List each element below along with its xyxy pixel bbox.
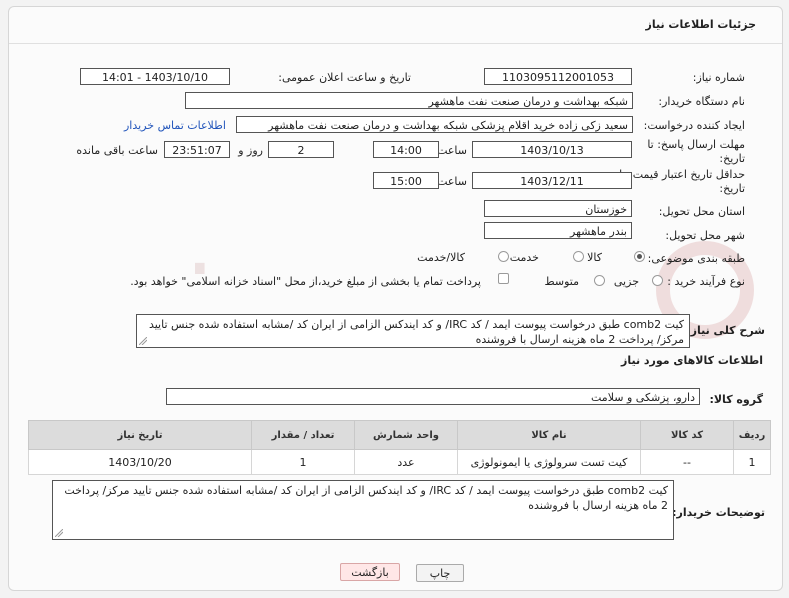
col-date: تاریخ نیاز [28, 420, 252, 450]
validity-label-2: تاریخ: [719, 182, 745, 195]
city-label: شهر محل تحویل: [665, 229, 745, 242]
cell-qty: 1 [251, 449, 355, 475]
validity-date-field: 1403/12/11 [472, 172, 632, 189]
process-label: نوع فرآیند خرید : [667, 275, 745, 288]
deadline-time-label: ساعت [437, 144, 467, 157]
description-label: شرح کلی نیاز: [686, 324, 765, 337]
col-row: ردیف [733, 420, 771, 450]
print-button[interactable]: چاپ [416, 564, 464, 582]
panel-header: جزئیات اطلاعات نیاز [9, 7, 782, 44]
process-radio-medium[interactable] [594, 275, 605, 286]
description-textarea: کیت comb2 طبق درخواست پیوست ایمد / کد IR… [136, 314, 690, 348]
need-number-field: 1103095112001053 [484, 68, 632, 85]
table-header-row: ردیف کد کالا نام کالا واحد شمارش تعداد /… [28, 420, 771, 450]
col-name: نام کالا [457, 420, 641, 450]
deadline-label-2: تاریخ: [719, 152, 745, 165]
validity-time-label: ساعت [437, 175, 467, 188]
buyer-notes-text: کیت comb2 طبق درخواست پیوست ایمد / کد IR… [64, 484, 668, 512]
announce-field: 1403/10/10 - 14:01 [80, 68, 230, 85]
process-option-medium: متوسط [544, 275, 579, 288]
category-radio-service[interactable] [573, 251, 584, 262]
province-label: استان محل تحویل: [658, 205, 745, 218]
cell-code: -- [640, 449, 734, 475]
category-radio-goods[interactable] [634, 251, 645, 262]
col-qty: تعداد / مقدار [251, 420, 355, 450]
goods-group-label: گروه کالا: [709, 393, 763, 406]
resize-grip-icon[interactable] [139, 337, 147, 345]
category-option-both: کالا/خدمت [417, 251, 465, 264]
creator-field: سعید زکی زاده خرید اقلام پزشکی شبکه بهدا… [236, 116, 633, 133]
resize-grip-icon[interactable] [55, 529, 63, 537]
treasury-note: پرداخت تمام یا بخشی از مبلغ خرید،از محل … [130, 275, 481, 288]
buyer-org-field: شبکه بهداشت و درمان صنعت نفت ماهشهر [185, 92, 633, 109]
announce-label: تاریخ و ساعت اعلان عمومی: [278, 71, 411, 84]
buyer-notes-textarea: کیت comb2 طبق درخواست پیوست ایمد / کد IR… [52, 480, 674, 540]
process-option-minor: جزیی [613, 275, 639, 288]
deadline-date-field: 1403/10/13 [472, 141, 632, 158]
city-field: بندر ماهشهر [484, 222, 632, 239]
deadline-label-1: مهلت ارسال پاسخ: تا [647, 138, 745, 151]
cell-row: 1 [733, 449, 771, 475]
description-text: کیت comb2 طبق درخواست پیوست ایمد / کد IR… [148, 318, 684, 346]
cell-name: کیت تست سرولوژی یا ایمونولوژی [457, 449, 641, 475]
buyer-org-label: نام دستگاه خریدار: [658, 95, 745, 108]
cell-unit: عدد [354, 449, 458, 475]
days-label: روز و [238, 144, 263, 157]
back-button[interactable]: بازگشت [340, 563, 400, 581]
buyer-notes-label: توضیحات خریدار: [672, 506, 765, 519]
page-title: جزئیات اطلاعات نیاز [645, 18, 757, 31]
category-radio-both[interactable] [498, 251, 509, 262]
province-field: خوزستان [484, 200, 632, 217]
category-option-service: خدمت [509, 251, 539, 264]
col-unit: واحد شمارش [354, 420, 458, 450]
process-radio-minor[interactable] [652, 275, 663, 286]
goods-info-title: اطلاعات کالاهای مورد نیاز [621, 354, 763, 367]
validity-label-1: حداقل تاریخ اعتبار قیمت: تا [619, 168, 745, 181]
remaining-label: ساعت باقی مانده [76, 144, 158, 157]
cell-date: 1403/10/20 [28, 449, 252, 475]
need-number-label: شماره نیاز: [692, 71, 745, 84]
days-field: 2 [268, 141, 334, 158]
table-row: 1 -- کیت تست سرولوژی یا ایمونولوژی عدد 1… [28, 449, 771, 475]
validity-time-field: 15:00 [373, 172, 439, 189]
category-label: طبقه بندی موضوعی: [647, 252, 745, 265]
treasury-checkbox[interactable] [498, 273, 509, 284]
deadline-time-field: 14:00 [373, 141, 439, 158]
remaining-time-field: 23:51:07 [164, 141, 230, 158]
goods-table: ردیف کد کالا نام کالا واحد شمارش تعداد /… [28, 420, 771, 475]
creator-label: ایجاد کننده درخواست: [643, 119, 745, 132]
category-option-goods: کالا [587, 251, 602, 264]
col-code: کد کالا [640, 420, 734, 450]
goods-group-field: دارو، پزشکی و سلامت [166, 388, 700, 405]
buyer-contact-link[interactable]: اطلاعات تماس خریدار [124, 119, 226, 132]
